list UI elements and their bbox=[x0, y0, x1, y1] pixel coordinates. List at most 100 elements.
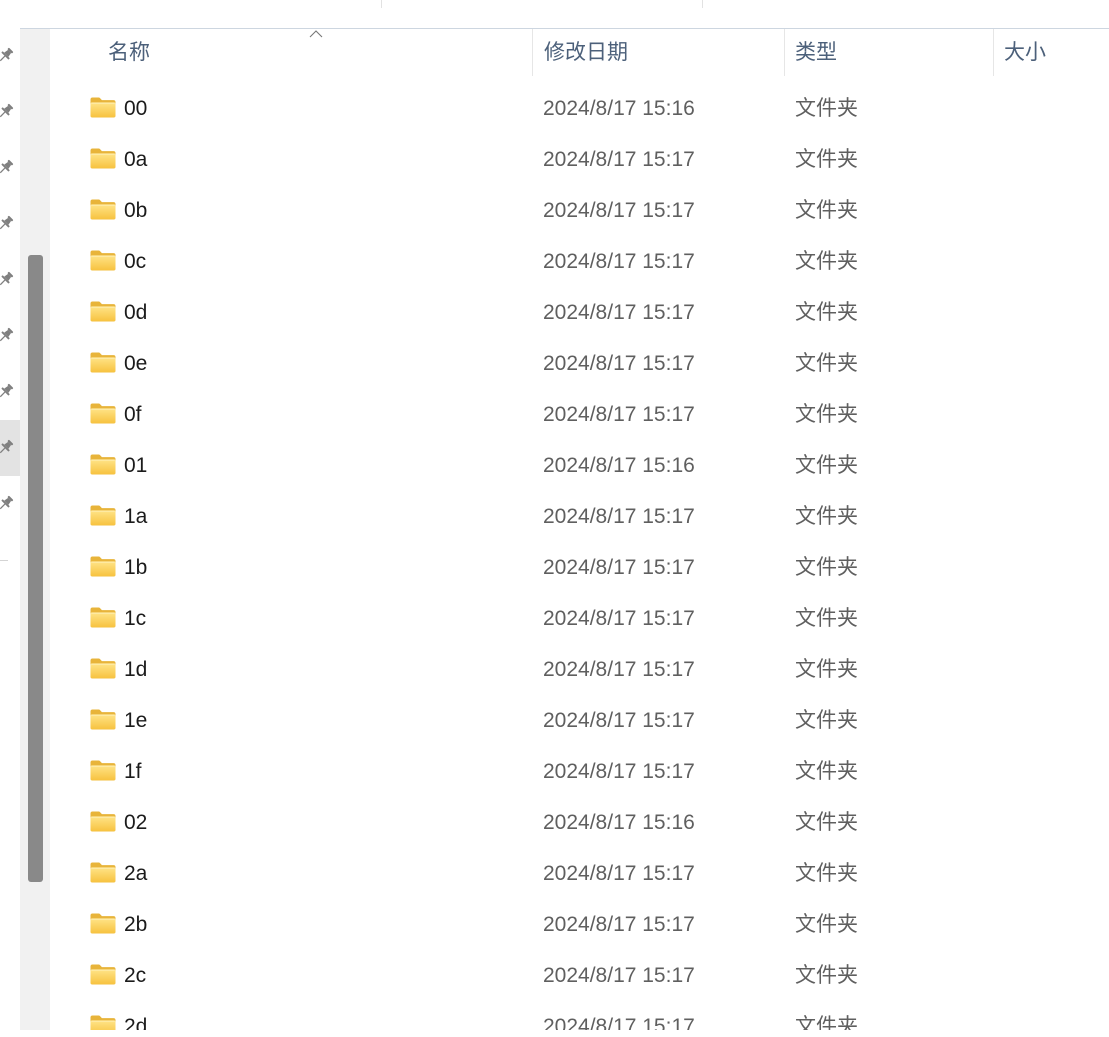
file-row[interactable]: 1c 2024/8/17 15:17 文件夹 bbox=[50, 593, 1109, 644]
file-type: 文件夹 bbox=[795, 505, 858, 528]
file-type: 文件夹 bbox=[795, 760, 858, 783]
folder-icon bbox=[90, 607, 116, 628]
file-row[interactable]: 2a 2024/8/17 15:17 文件夹 bbox=[50, 848, 1109, 899]
file-modified-date: 2024/8/17 15:17 bbox=[543, 148, 695, 171]
folder-icon bbox=[90, 709, 116, 730]
file-row[interactable]: 00 2024/8/17 15:16 文件夹 bbox=[50, 83, 1109, 134]
file-modified-date: 2024/8/17 15:17 bbox=[543, 352, 695, 375]
file-row[interactable]: 1b 2024/8/17 15:17 文件夹 bbox=[50, 542, 1109, 593]
folder-icon bbox=[90, 199, 116, 220]
file-name: 1a bbox=[124, 505, 148, 528]
nav-pinned-item[interactable] bbox=[0, 140, 20, 196]
folder-icon bbox=[90, 811, 116, 832]
toolbar-divider bbox=[702, 0, 703, 8]
nav-scrollbar-thumb[interactable] bbox=[28, 255, 43, 882]
file-row[interactable]: 1e 2024/8/17 15:17 文件夹 bbox=[50, 695, 1109, 746]
file-row[interactable]: 1a 2024/8/17 15:17 文件夹 bbox=[50, 491, 1109, 542]
column-header-size[interactable]: 大小 bbox=[993, 29, 1109, 76]
file-name: 0d bbox=[124, 301, 148, 324]
column-header-name[interactable]: 名称 bbox=[50, 29, 532, 76]
file-row[interactable]: 0f 2024/8/17 15:17 文件夹 bbox=[50, 389, 1109, 440]
file-modified-date: 2024/8/17 15:17 bbox=[543, 556, 695, 579]
file-name: 2a bbox=[124, 862, 148, 885]
nav-pinned-item[interactable] bbox=[0, 476, 20, 532]
file-type: 文件夹 bbox=[795, 250, 858, 273]
file-modified-date: 2024/8/17 15:17 bbox=[543, 964, 695, 987]
pin-icon bbox=[0, 271, 14, 288]
nav-pinned-item[interactable] bbox=[0, 420, 20, 476]
folder-icon bbox=[90, 964, 116, 985]
folder-icon bbox=[90, 454, 116, 475]
folder-icon bbox=[90, 250, 116, 271]
nav-scrollbar-track[interactable] bbox=[20, 29, 50, 1030]
chevron-up-icon bbox=[309, 30, 323, 38]
file-row[interactable]: 2b 2024/8/17 15:17 文件夹 bbox=[50, 899, 1109, 950]
file-row[interactable]: 02 2024/8/17 15:16 文件夹 bbox=[50, 797, 1109, 848]
nav-pinned-item[interactable] bbox=[0, 364, 20, 420]
column-header-row: 名称 修改日期 类型 大小 bbox=[50, 29, 1109, 76]
file-name: 0a bbox=[124, 148, 148, 171]
folder-icon bbox=[90, 658, 116, 679]
navigation-pane bbox=[0, 28, 20, 1030]
file-modified-date: 2024/8/17 15:16 bbox=[543, 454, 695, 477]
file-type: 文件夹 bbox=[795, 607, 858, 630]
file-type: 文件夹 bbox=[795, 964, 858, 987]
pin-icon bbox=[0, 439, 14, 456]
file-modified-date: 2024/8/17 15:17 bbox=[543, 505, 695, 528]
file-name: 1c bbox=[124, 607, 147, 630]
nav-pinned-item[interactable] bbox=[0, 196, 20, 252]
file-type: 文件夹 bbox=[795, 97, 858, 120]
folder-icon bbox=[90, 505, 116, 526]
file-row[interactable]: 0d 2024/8/17 15:17 文件夹 bbox=[50, 287, 1109, 338]
file-name: 02 bbox=[124, 811, 148, 834]
folder-icon bbox=[90, 148, 116, 169]
file-type: 文件夹 bbox=[795, 301, 858, 324]
file-type: 文件夹 bbox=[795, 709, 858, 732]
column-header-type[interactable]: 类型 bbox=[784, 29, 993, 76]
nav-pinned-item[interactable] bbox=[0, 252, 20, 308]
file-modified-date: 2024/8/17 15:17 bbox=[543, 1015, 695, 1030]
file-name: 1d bbox=[124, 658, 148, 681]
file-type: 文件夹 bbox=[795, 811, 858, 834]
file-name: 2c bbox=[124, 964, 147, 987]
folder-icon bbox=[90, 403, 116, 424]
file-type: 文件夹 bbox=[795, 199, 858, 222]
file-modified-date: 2024/8/17 15:17 bbox=[543, 199, 695, 222]
file-type: 文件夹 bbox=[795, 403, 858, 426]
file-modified-date: 2024/8/17 15:17 bbox=[543, 250, 695, 273]
file-name: 2d bbox=[124, 1015, 148, 1030]
file-row[interactable]: 1f 2024/8/17 15:17 文件夹 bbox=[50, 746, 1109, 797]
file-row[interactable]: 01 2024/8/17 15:16 文件夹 bbox=[50, 440, 1109, 491]
file-list: 名称 修改日期 类型 大小 00 2024/8/17 15:16 文件夹 0a 202… bbox=[50, 29, 1109, 1030]
column-header-type-label: 类型 bbox=[795, 41, 837, 64]
column-header-modified[interactable]: 修改日期 bbox=[532, 29, 784, 76]
file-name: 0b bbox=[124, 199, 148, 222]
nav-pinned-item[interactable] bbox=[0, 84, 20, 140]
column-header-modified-label: 修改日期 bbox=[544, 41, 628, 64]
toolbar-divider bbox=[381, 0, 382, 8]
pin-icon bbox=[0, 215, 14, 232]
pin-icon bbox=[0, 47, 14, 64]
file-row[interactable]: 0a 2024/8/17 15:17 文件夹 bbox=[50, 134, 1109, 185]
file-row[interactable]: 1d 2024/8/17 15:17 文件夹 bbox=[50, 644, 1109, 695]
column-header-name-label: 名称 bbox=[108, 41, 150, 64]
file-row[interactable]: 0c 2024/8/17 15:17 文件夹 bbox=[50, 236, 1109, 287]
pin-icon bbox=[0, 495, 14, 512]
file-row[interactable]: 2d 2024/8/17 15:17 文件夹 bbox=[50, 1001, 1109, 1030]
pin-icon bbox=[0, 159, 14, 176]
folder-icon bbox=[90, 352, 116, 373]
file-name: 00 bbox=[124, 97, 148, 120]
nav-pinned-item[interactable] bbox=[0, 308, 20, 364]
file-type: 文件夹 bbox=[795, 658, 858, 681]
file-modified-date: 2024/8/17 15:17 bbox=[543, 301, 695, 324]
file-row[interactable]: 0b 2024/8/17 15:17 文件夹 bbox=[50, 185, 1109, 236]
file-type: 文件夹 bbox=[795, 556, 858, 579]
file-modified-date: 2024/8/17 15:17 bbox=[543, 862, 695, 885]
pin-icon bbox=[0, 327, 14, 344]
file-row[interactable]: 2c 2024/8/17 15:17 文件夹 bbox=[50, 950, 1109, 1001]
file-modified-date: 2024/8/17 15:17 bbox=[543, 709, 695, 732]
nav-separator bbox=[0, 560, 8, 561]
file-type: 文件夹 bbox=[795, 862, 858, 885]
file-row[interactable]: 0e 2024/8/17 15:17 文件夹 bbox=[50, 338, 1109, 389]
nav-pinned-item[interactable] bbox=[0, 28, 20, 84]
